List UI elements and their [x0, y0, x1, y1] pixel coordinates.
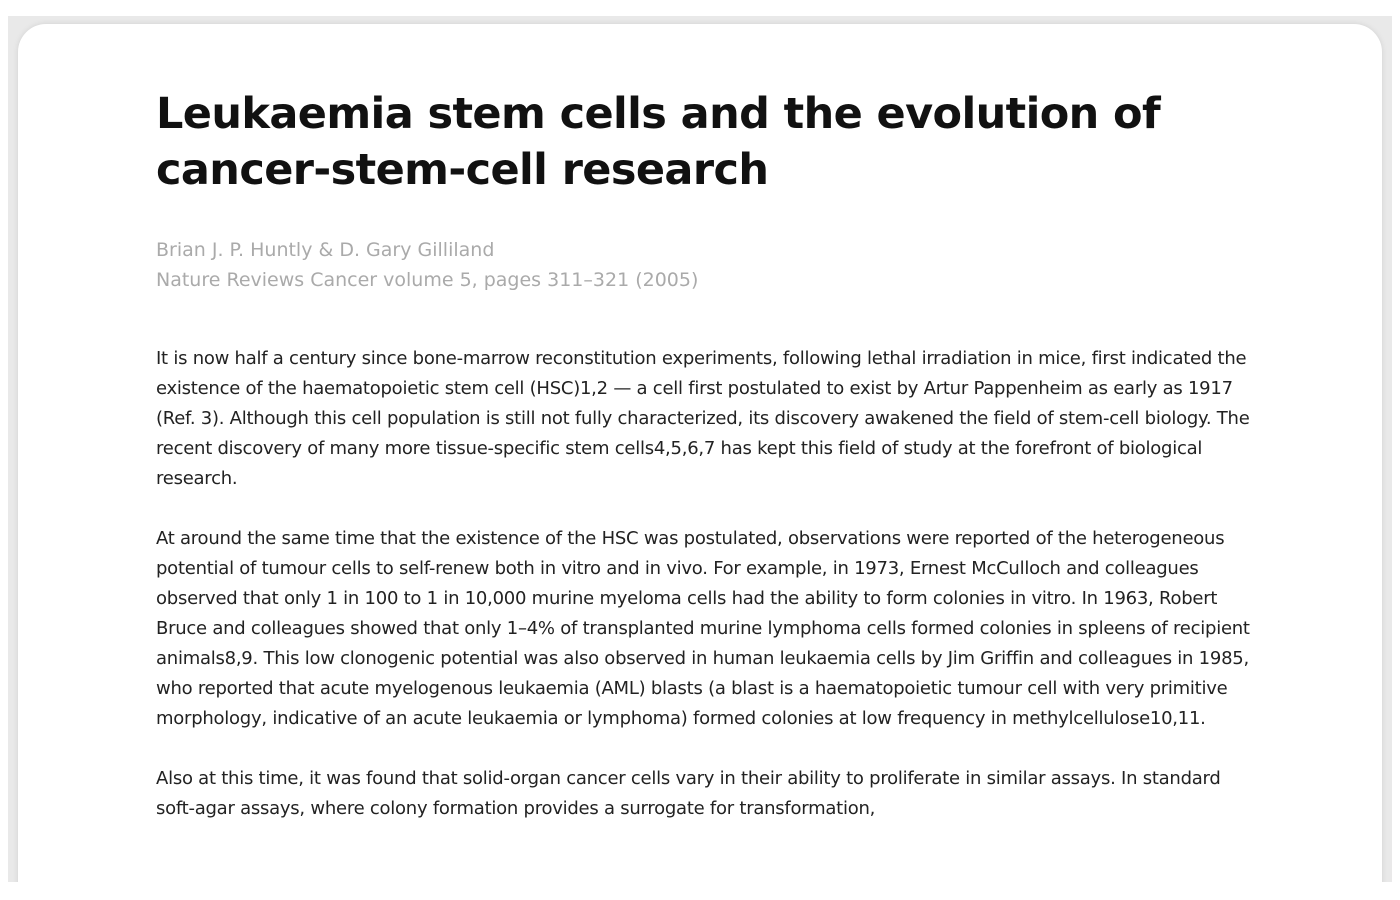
paragraph-3: Also at this time, it was found that sol…	[156, 768, 1221, 819]
article-title: Leukaemia stem cells and the evolution o…	[156, 89, 1161, 195]
article-citation: Nature Reviews Cancer volume 5, pages 31…	[156, 269, 699, 291]
article-meta: Brian J. P. Huntly & D. Gary Gilliland N…	[156, 235, 1256, 295]
viewport-bottom-edge	[0, 882, 1400, 900]
article-card: Leukaemia stem cells and the evolution o…	[18, 24, 1382, 900]
paragraph-1: It is now half a century since bone-marr…	[156, 348, 1250, 489]
paragraph-2: At around the same time that the existen…	[156, 528, 1250, 729]
article-authors: Brian J. P. Huntly & D. Gary Gilliland	[156, 239, 495, 261]
article-content: Leukaemia stem cells and the evolution o…	[156, 86, 1256, 824]
